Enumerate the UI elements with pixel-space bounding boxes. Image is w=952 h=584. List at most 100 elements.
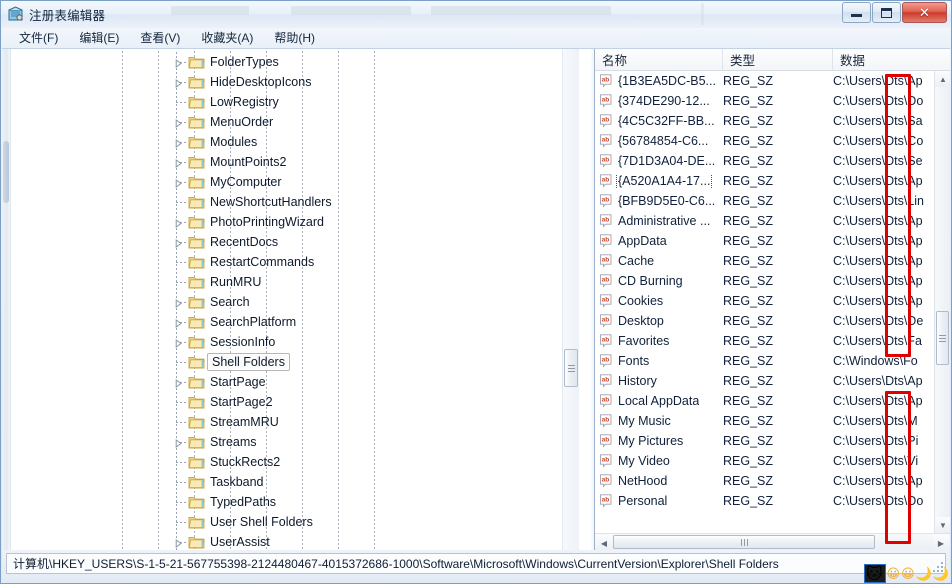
tree-connector [176, 482, 188, 483]
table-row[interactable]: ab {1B3EA5DC-B5... REG_SZ C:\Users\Dts\Ap [595, 71, 950, 91]
tree-node-searchplatform[interactable]: SearchPlatform [2, 312, 589, 332]
table-row[interactable]: ab History REG_SZ C:\Users\Dts\Ap [595, 371, 950, 391]
table-row[interactable]: ab Administrative ... REG_SZ C:\Users\Dts\A… [595, 211, 950, 231]
expand-chevron-icon[interactable] [172, 377, 184, 389]
expand-chevron-icon[interactable] [172, 437, 184, 449]
table-row[interactable]: ab Desktop REG_SZ C:\Users\Dts\De [595, 311, 950, 331]
value-name-label: Local AppData [618, 394, 700, 408]
tree-node-taskband[interactable]: Taskband [2, 472, 589, 492]
tree-node-shell-folders[interactable]: Shell Folders [2, 352, 589, 372]
maximize-button[interactable] [872, 2, 901, 23]
table-row[interactable]: ab My Pictures REG_SZ C:\Users\Dts\Pi [595, 431, 950, 451]
scroll-left-icon[interactable]: ◀ [596, 535, 612, 550]
expand-chevron-icon[interactable] [172, 237, 184, 249]
list-horizontal-scrollbar[interactable]: ◀ ▶ [595, 533, 950, 550]
tree-connector [176, 262, 188, 263]
title-bar[interactable]: 注册表编辑器 ✕ [1, 1, 951, 28]
column-header-type[interactable]: 类型 [723, 49, 833, 70]
folder-icon [188, 515, 205, 529]
menu-item-help[interactable]: 帮助(H) [267, 27, 325, 49]
expand-chevron-icon[interactable] [172, 77, 184, 89]
tree-node-search[interactable]: Search [2, 292, 589, 312]
table-row[interactable]: ab Cache REG_SZ C:\Users\Dts\Ap [595, 251, 950, 271]
tree-node-mycomputer[interactable]: MyComputer [2, 172, 589, 192]
list-hscrollbar-thumb[interactable] [613, 535, 875, 549]
table-row[interactable]: ab {4C5C32FF-BB... REG_SZ C:\Users\Dts\Sa [595, 111, 950, 131]
tree-node-startpage2[interactable]: StartPage2 [2, 392, 589, 412]
expand-chevron-icon[interactable] [172, 337, 184, 349]
expand-chevron-icon[interactable] [172, 137, 184, 149]
column-header-name[interactable]: 名称 [595, 49, 723, 70]
list-scrollbar-thumb[interactable] [936, 311, 949, 365]
cell-name: ab {BFB9D5E0-C6... [595, 194, 723, 208]
registry-tree[interactable]: FolderTypes HideDesktopIcons LowRegistry Me… [2, 49, 589, 550]
tree-node-startpage[interactable]: StartPage [2, 372, 589, 392]
scroll-right-icon[interactable]: ▶ [933, 535, 949, 550]
cell-data: C:\Users\Dts\De [833, 314, 924, 328]
tree-node-userassist[interactable]: UserAssist [2, 532, 589, 550]
tree-node-streammru[interactable]: StreamMRU [2, 412, 589, 432]
registry-values-list[interactable]: ab {1B3EA5DC-B5... REG_SZ C:\Users\Dts\Ap ab… [595, 71, 950, 533]
tree-node-stuckrects2[interactable]: StuckRects2 [2, 452, 589, 472]
menu-item-view[interactable]: 查看(V) [133, 27, 190, 49]
table-row[interactable]: ab Favorites REG_SZ C:\Users\Dts\Fa [595, 331, 950, 351]
table-row[interactable]: ab {A520A1A4-17... REG_SZ C:\Users\Dts\Ap [595, 171, 950, 191]
tree-node-user-shell-folders[interactable]: User Shell Folders [2, 512, 589, 532]
expand-chevron-icon[interactable] [172, 157, 184, 169]
table-row[interactable]: ab {56784854-C6... REG_SZ C:\Users\Dts\Co [595, 131, 950, 151]
close-button[interactable]: ✕ [902, 2, 947, 23]
table-row[interactable]: ab Local AppData REG_SZ C:\Users\Dts\Ap [595, 391, 950, 411]
tree-node-mountpoints2[interactable]: MountPoints2 [2, 152, 589, 172]
table-row[interactable]: ab CD Burning REG_SZ C:\Users\Dts\Ap [595, 271, 950, 291]
tree-node-runmru[interactable]: RunMRU [2, 272, 589, 292]
tree-node-foldertypes[interactable]: FolderTypes [2, 52, 589, 72]
menu-item-edit[interactable]: 编辑(E) [72, 27, 129, 49]
table-row[interactable]: ab {374DE290-12... REG_SZ C:\Users\Dts\Do [595, 91, 950, 111]
table-row[interactable]: ab {BFB9D5E0-C6... REG_SZ C:\Users\Dts\Lin [595, 191, 950, 211]
table-row[interactable]: ab {7D1D3A04-DE... REG_SZ C:\Users\Dts\Se [595, 151, 950, 171]
list-vertical-scrollbar[interactable]: ▲ ▼ [934, 71, 950, 533]
registry-values-pane[interactable]: 名称 类型 数据 ab {1B3EA5DC-B5... REG_SZ C:\Users… [594, 49, 950, 550]
folder-icon [188, 535, 205, 549]
table-row[interactable]: ab AppData REG_SZ C:\Users\Dts\Ap [595, 231, 950, 251]
status-path-container: 计算机\HKEY_USERS\S-1-5-21-567755398-212448… [6, 553, 946, 574]
table-row[interactable]: ab NetHood REG_SZ C:\Users\Dts\Ap [595, 471, 950, 491]
table-row[interactable]: ab My Video REG_SZ C:\Users\Dts\Vi [595, 451, 950, 471]
scroll-up-icon[interactable]: ▲ [935, 71, 950, 87]
expand-chevron-icon[interactable] [172, 177, 184, 189]
tree-node-hidedesktopicons[interactable]: HideDesktopIcons [2, 72, 589, 92]
expand-chevron-icon[interactable] [172, 317, 184, 329]
minimize-button[interactable] [842, 2, 871, 23]
tree-node-recentdocs[interactable]: RecentDocs [2, 232, 589, 252]
svg-text:ab: ab [602, 137, 610, 144]
tree-node-modules[interactable]: Modules [2, 132, 589, 152]
table-row[interactable]: ab Personal REG_SZ C:\Users\Dts\Do [595, 491, 950, 511]
value-name-label: Personal [618, 494, 668, 508]
tree-node-lowregistry[interactable]: LowRegistry [2, 92, 589, 112]
scroll-down-icon[interactable]: ▼ [935, 517, 950, 533]
tree-scrollbar-thumb[interactable] [564, 349, 578, 387]
menu-item-file[interactable]: 文件(F) [12, 27, 68, 49]
expand-chevron-icon[interactable] [172, 217, 184, 229]
tree-node-photoprintingwizard[interactable]: PhotoPrintingWizard [2, 212, 589, 232]
table-row[interactable]: ab Fonts REG_SZ C:\Windows\Fo [595, 351, 950, 371]
expand-chevron-icon[interactable] [172, 297, 184, 309]
watermark-emoji-icon: 😀 [886, 566, 901, 581]
table-row[interactable]: ab My Music REG_SZ C:\Users\Dts\M [595, 411, 950, 431]
tree-node-streams[interactable]: Streams [2, 432, 589, 452]
registry-tree-pane[interactable]: FolderTypes HideDesktopIcons LowRegistry Me… [2, 49, 590, 550]
tree-vertical-scrollbar[interactable] [562, 49, 579, 550]
column-header-data[interactable]: 数据 [833, 49, 950, 70]
tree-node-typedpaths[interactable]: TypedPaths [2, 492, 589, 512]
table-row[interactable]: ab Cookies REG_SZ C:\Users\Dts\Ap [595, 291, 950, 311]
menu-item-favorites[interactable]: 收藏夹(A) [194, 27, 263, 49]
value-name-label: My Video [618, 454, 670, 468]
tree-node-menuorder[interactable]: MenuOrder [2, 112, 589, 132]
tree-node-sessioninfo[interactable]: SessionInfo [2, 332, 589, 352]
tree-node-newshortcuthandlers[interactable]: NewShortcutHandlers [2, 192, 589, 212]
cell-name: ab {56784854-C6... [595, 134, 723, 148]
expand-chevron-icon[interactable] [172, 57, 184, 69]
tree-node-restartcommands[interactable]: RestartCommands [2, 252, 589, 272]
expand-chevron-icon[interactable] [172, 537, 184, 549]
expand-chevron-icon[interactable] [172, 117, 184, 129]
